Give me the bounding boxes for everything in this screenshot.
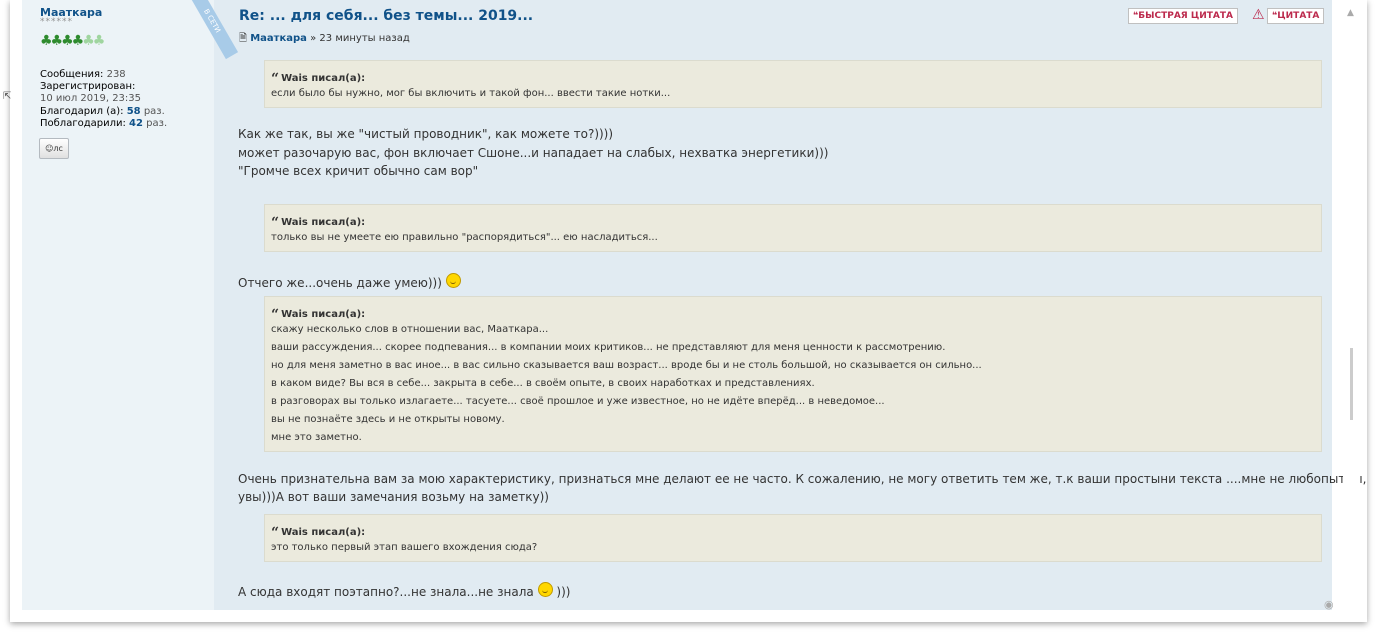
profile-rank-stars: ******	[40, 17, 73, 27]
post-text-line: А сюда входят поэтапно?...не знала...не …	[238, 582, 570, 599]
registered-label: Зарегистрирован:	[40, 81, 136, 93]
post-text-line: увы)))А вот ваши замечания возьму на зам…	[238, 490, 549, 504]
was-thanked-count[interactable]: 42	[129, 118, 143, 129]
scrollbar-thumb[interactable]	[1350, 348, 1353, 420]
thanked-suffix: раз.	[143, 105, 165, 117]
quote-mark-icon: “	[271, 525, 280, 541]
post-profile: Маaткара ****** ♣♣♣♣♣♣ В СЕТИ Сообщения:…	[22, 0, 239, 610]
post-text-line: "Громче всех кричит обычно сам вор"	[238, 164, 479, 178]
post-text: )))	[556, 585, 571, 599]
quick-quote-button[interactable]: ❝БЫСТРАЯ ЦИТАТА	[1128, 8, 1238, 24]
post-text-line: Очень признательна вам за мою характерис…	[238, 472, 1367, 486]
post-title[interactable]: Re: ... для себя... без темы... 2019...	[239, 8, 533, 24]
quote-line: скажу несколько слов в отношении вас, Ма…	[271, 324, 549, 335]
messages-count: 238	[106, 69, 126, 80]
blockquote: “Wais писал(а): если было бы нужно, мог …	[264, 60, 1322, 108]
quote-line: мне это заметно.	[271, 432, 362, 443]
quote-cite-text: Wais писал(а):	[281, 527, 366, 538]
quote-mark-icon: “	[271, 71, 280, 87]
report-icon[interactable]: ⚠	[1252, 7, 1265, 23]
quote-line: если было бы нужно, мог бы включить и та…	[271, 88, 671, 99]
was-thanked-suffix: раз.	[146, 117, 168, 129]
scroll-top-icon[interactable]: ◉	[1324, 598, 1334, 611]
mouse-cursor-icon: ⇱	[3, 91, 12, 102]
quote-line: ваши рассуждения... скорее подпевания...…	[271, 342, 946, 353]
post-byline: 🗎 Маaткара » 23 минуты назад	[239, 31, 410, 48]
messages-label: Сообщения:	[40, 69, 104, 80]
pm-label: лс	[53, 144, 63, 153]
quote-line: но для меня заметно в вас иное... в вас …	[271, 360, 982, 371]
quote-mark-icon: “	[271, 215, 280, 231]
quote-cite-text: Wais писал(а):	[281, 217, 366, 228]
post-panel: Маaткара ****** ♣♣♣♣♣♣ В СЕТИ Сообщения:…	[22, 0, 1366, 611]
profile-stats: Сообщения: 238 Зарегистрирован: 10 июл 2…	[40, 69, 167, 130]
post-icon: 🗎	[239, 33, 248, 44]
blockquote: “Wais писал(а): это только первый этап в…	[264, 514, 1322, 562]
quote-cite: “Wais писал(а):	[271, 213, 366, 231]
registered-date: 10 июл 2019, 23:35	[40, 93, 142, 105]
quote-line: это только первый этап вашего вхождения …	[271, 542, 538, 553]
quote-line: в разговорах вы только излагаете... тасу…	[271, 396, 885, 407]
quick-quote-label: БЫСТРАЯ ЦИТАТА	[1138, 11, 1233, 21]
post-text-line: Как же так, вы же "чистый проводник", ка…	[238, 127, 614, 141]
smiley-icon	[445, 273, 461, 288]
pm-button[interactable]: ☺лс	[39, 138, 69, 159]
smiley-icon	[537, 582, 553, 597]
quote-line: только вы не умеете ею правильно "распор…	[271, 232, 658, 243]
quote-line: в каком виде? Вы вся в себе... закрыта в…	[271, 378, 815, 389]
post-time: 23 минуты назад	[319, 33, 410, 44]
post-text-line: может разочарую вас, фон включает Сшоне.…	[238, 146, 829, 160]
quote-cite: “Wais писал(а):	[271, 523, 366, 541]
thanked-label: Благодарил (а):	[40, 105, 124, 117]
post-text-line: Отчего же...очень даже умею)))	[238, 273, 461, 290]
quote-line: вы не познаёте здесь и не открыты новому…	[271, 414, 505, 425]
rank-clover-icons: ♣♣♣♣♣♣	[40, 33, 105, 49]
scroll-up-arrow-icon[interactable]: ▲	[1347, 8, 1354, 18]
quote-cite: “Wais писал(а):	[271, 69, 366, 87]
post-text: Отчего же...очень даже умею)))	[238, 276, 442, 290]
online-ribbon: В СЕТИ	[185, 0, 239, 60]
quote-mark-icon: “	[271, 307, 280, 323]
quote-cite: “Wais писал(а):	[271, 305, 366, 323]
thanked-count[interactable]: 58	[127, 106, 141, 117]
quote-label: ЦИТАТА	[1277, 11, 1320, 21]
post-author[interactable]: Маaткара	[250, 33, 307, 44]
byline-separator: »	[310, 33, 317, 44]
quote-cite-text: Wais писал(а):	[281, 73, 366, 84]
quote-cite-text: Wais писал(а):	[281, 309, 366, 320]
blockquote: “Wais писал(а): скажу несколько слов в о…	[264, 296, 1322, 452]
quote-button[interactable]: ❝ЦИТАТА	[1267, 8, 1325, 24]
post-text: А сюда входят поэтапно?...не знала...не …	[238, 585, 534, 599]
blockquote: “Wais писал(а): только вы не умеете ею п…	[264, 204, 1322, 252]
page-scrollbar[interactable]: ▲	[1343, 0, 1360, 622]
was-thanked-label: Поблагодарили:	[40, 117, 126, 129]
browser-viewport: Маaткара ****** ♣♣♣♣♣♣ В СЕТИ Сообщения:…	[10, 0, 1367, 622]
